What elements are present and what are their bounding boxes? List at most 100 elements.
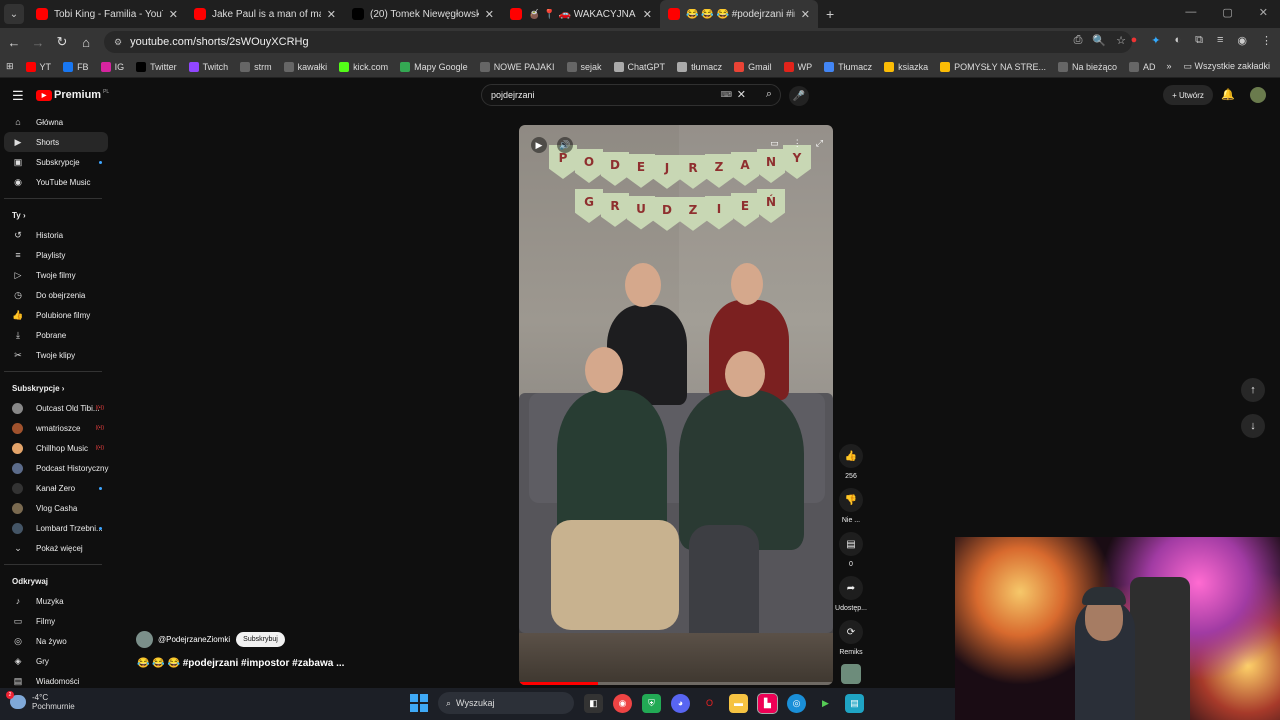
you-section-heading[interactable]: Ty › xyxy=(0,205,114,225)
sidebar-item[interactable]: ⤓ Pobrane xyxy=(0,325,114,345)
volume-icon[interactable]: 🔊 xyxy=(557,137,573,153)
browser-tab[interactable]: Tobi King - Familia - YouTube ✕ xyxy=(28,0,186,28)
bookmark-item[interactable]: kick.com xyxy=(339,61,388,72)
channel-handle[interactable]: @PodejrzaneZiomki xyxy=(158,635,230,644)
account-avatar[interactable] xyxy=(1250,87,1266,103)
sidebar-item[interactable]: Podcast Historyczny xyxy=(0,458,114,478)
browser-tab[interactable]: 🧉 📍 🚗 WAKACYJNA AUDYCJA ✕ xyxy=(502,0,660,28)
close-tab-icon[interactable]: ✕ xyxy=(801,8,810,21)
create-button[interactable]: + Utwórz xyxy=(1163,85,1213,105)
dislike-button[interactable]: 👎 xyxy=(839,488,863,512)
bookmark-item[interactable]: Tłumacz xyxy=(824,61,872,72)
sidebar-item[interactable]: Outcast Old Tibi... ((•)) xyxy=(0,398,114,418)
notifications-bell-icon[interactable]: 🔔 xyxy=(1221,88,1235,101)
browser-menu-icon[interactable]: ⋮ xyxy=(1261,34,1272,47)
stream-app-icon[interactable]: ▙ xyxy=(757,692,778,714)
more-options-icon[interactable]: ⋮ xyxy=(793,138,802,149)
shield-icon[interactable]: ⛨ xyxy=(642,693,661,713)
new-tab-button[interactable]: + xyxy=(826,6,834,22)
bookmark-item[interactable]: WP xyxy=(783,61,812,72)
bookmark-item[interactable]: sejak xyxy=(566,61,602,72)
clear-search-icon[interactable]: ✕ xyxy=(737,88,746,101)
bookmark-item[interactable]: Twitter xyxy=(136,61,177,72)
subscriptions-heading[interactable]: Subskrypcje › xyxy=(0,378,114,398)
sidebar-item[interactable]: ▭ Filmy xyxy=(0,611,114,631)
sidebar-item[interactable]: ▣ Subskrypcje xyxy=(0,152,114,172)
browser-tab[interactable]: Jake Paul is a man of many tale ✕ xyxy=(186,0,344,28)
browser-tab[interactable]: (20) Tomek Niewęgłowski w se ✕ xyxy=(344,0,502,28)
search-input[interactable]: pojdejrzani ⌨ ✕ ⌕ xyxy=(481,84,781,106)
task-view-icon[interactable]: ◧ xyxy=(584,693,603,713)
sidebar-item[interactable]: Chillhop Music ((•)) xyxy=(0,438,114,458)
browser-tab[interactable]: 😂 😂 😂 #podejrzani #imposto ✕ xyxy=(660,0,818,28)
bookmark-item[interactable]: kawałki xyxy=(283,61,327,72)
sidebar-item[interactable]: wmatrioszce ((•)) xyxy=(0,418,114,438)
comments-button[interactable]: ▤ xyxy=(839,532,863,556)
bookmark-item[interactable]: YT xyxy=(25,61,51,72)
bookmark-item[interactable]: NOWE PAJAKI xyxy=(479,61,555,72)
opera-icon[interactable]: O xyxy=(700,694,719,713)
extensions-puzzle-icon[interactable]: ⧉ xyxy=(1195,34,1203,47)
media-app-icon[interactable]: ▶ xyxy=(816,694,835,713)
start-button[interactable] xyxy=(410,694,428,712)
sidebar-item[interactable]: Lombard Trzebni... xyxy=(0,518,114,538)
maximize-icon[interactable]: ▢ xyxy=(1222,6,1232,19)
reload-icon[interactable]: ↻ xyxy=(50,34,74,50)
sidebar-item[interactable]: ◷ Do obejrzenia xyxy=(0,285,114,305)
sidebar-item[interactable]: ♪ Muzyka xyxy=(0,591,114,611)
zoom-icon[interactable]: 🔍 xyxy=(1092,34,1106,47)
shorts-title[interactable]: 😂 😂 😂 #podejrzani #impostor #zabawa ... xyxy=(137,658,344,669)
bookmark-item[interactable]: ChatGPT xyxy=(613,61,665,72)
bookmark-item[interactable]: ksiazka xyxy=(884,61,928,72)
bookmark-item[interactable]: FB xyxy=(63,61,89,72)
share-button[interactable]: ➦ xyxy=(839,576,863,600)
video-progress-bar[interactable] xyxy=(519,682,833,685)
menu-icon[interactable]: ☰ xyxy=(12,88,24,104)
record-extension-icon[interactable]: ● xyxy=(1131,34,1138,47)
notepad-icon[interactable]: ▤ xyxy=(845,693,864,713)
forward-icon[interactable]: → xyxy=(26,35,50,50)
bookmark-item[interactable]: Twitch xyxy=(188,61,228,72)
play-button[interactable]: ▶ xyxy=(531,137,547,153)
file-explorer-icon[interactable]: ▬ xyxy=(729,693,748,713)
url-omnibox[interactable]: ⚙ youtube.com/shorts/2sWOuyXCRHg ⎙ 🔍 ☆ xyxy=(104,31,1132,53)
bookmark-item[interactable]: IG xyxy=(100,61,124,72)
search-icon[interactable]: ⌕ xyxy=(766,88,772,101)
tab-search-button[interactable]: ⌄ xyxy=(4,4,24,24)
close-tab-icon[interactable]: ✕ xyxy=(327,8,336,21)
youtube-premium-logo[interactable]: ▶ Premium PL xyxy=(36,89,109,101)
bookmark-star-icon[interactable]: ☆ xyxy=(1116,34,1126,47)
extension-icon[interactable]: ◐ xyxy=(1174,34,1181,47)
sidebar-item[interactable]: ↺ Historia xyxy=(0,225,114,245)
bookmark-item[interactable]: Gmail xyxy=(734,61,772,72)
sidebar-item[interactable]: ◉ YouTube Music xyxy=(0,172,114,192)
sound-thumbnail[interactable] xyxy=(841,664,861,684)
voice-search-icon[interactable]: 🎤 xyxy=(789,86,809,106)
sidebar-item[interactable]: ≡ Playlisty xyxy=(0,245,114,265)
close-tab-icon[interactable]: ✕ xyxy=(485,8,494,21)
sidebar-item[interactable]: Vlog Casha xyxy=(0,498,114,518)
all-bookmarks-folder[interactable]: ▭ Wszystkie zakładki xyxy=(1183,61,1270,72)
bookmark-item[interactable]: Na bieżąco xyxy=(1058,61,1117,72)
channel-avatar[interactable] xyxy=(136,631,153,648)
extension-icon[interactable]: ✦ xyxy=(1151,34,1160,47)
media-controls-icon[interactable]: ≡ xyxy=(1217,34,1223,47)
sidebar-item[interactable]: Kanał Zero xyxy=(0,478,114,498)
bookmark-item[interactable]: strm xyxy=(240,61,272,72)
discord-icon[interactable]: ◕ xyxy=(671,693,690,713)
sidebar-item[interactable]: ⌂ Główna xyxy=(0,112,114,132)
sidebar-item[interactable]: ▶ Shorts xyxy=(4,132,108,152)
bookmark-item[interactable]: AD xyxy=(1129,61,1156,72)
taskbar-search[interactable]: ⌕ Wyszukaj xyxy=(438,692,574,714)
sidebar-item[interactable]: ▷ Twoje filmy xyxy=(0,265,114,285)
remix-button[interactable]: ⟳ xyxy=(839,620,863,644)
more-bookmarks-icon[interactable]: » xyxy=(1166,61,1171,72)
sidebar-item[interactable]: ✂ Twoje klipy xyxy=(0,345,114,365)
next-short-button[interactable]: ↓ xyxy=(1241,414,1265,438)
site-info-icon[interactable]: ⚙ xyxy=(114,37,122,48)
keyboard-icon[interactable]: ⌨ xyxy=(720,90,732,99)
sidebar-item[interactable]: ◈ Gry xyxy=(0,651,114,671)
bookmark-item[interactable]: Mapy Google xyxy=(400,61,468,72)
home-icon[interactable]: ⌂ xyxy=(74,35,98,50)
bookmark-item[interactable]: tłumacz xyxy=(677,61,722,72)
